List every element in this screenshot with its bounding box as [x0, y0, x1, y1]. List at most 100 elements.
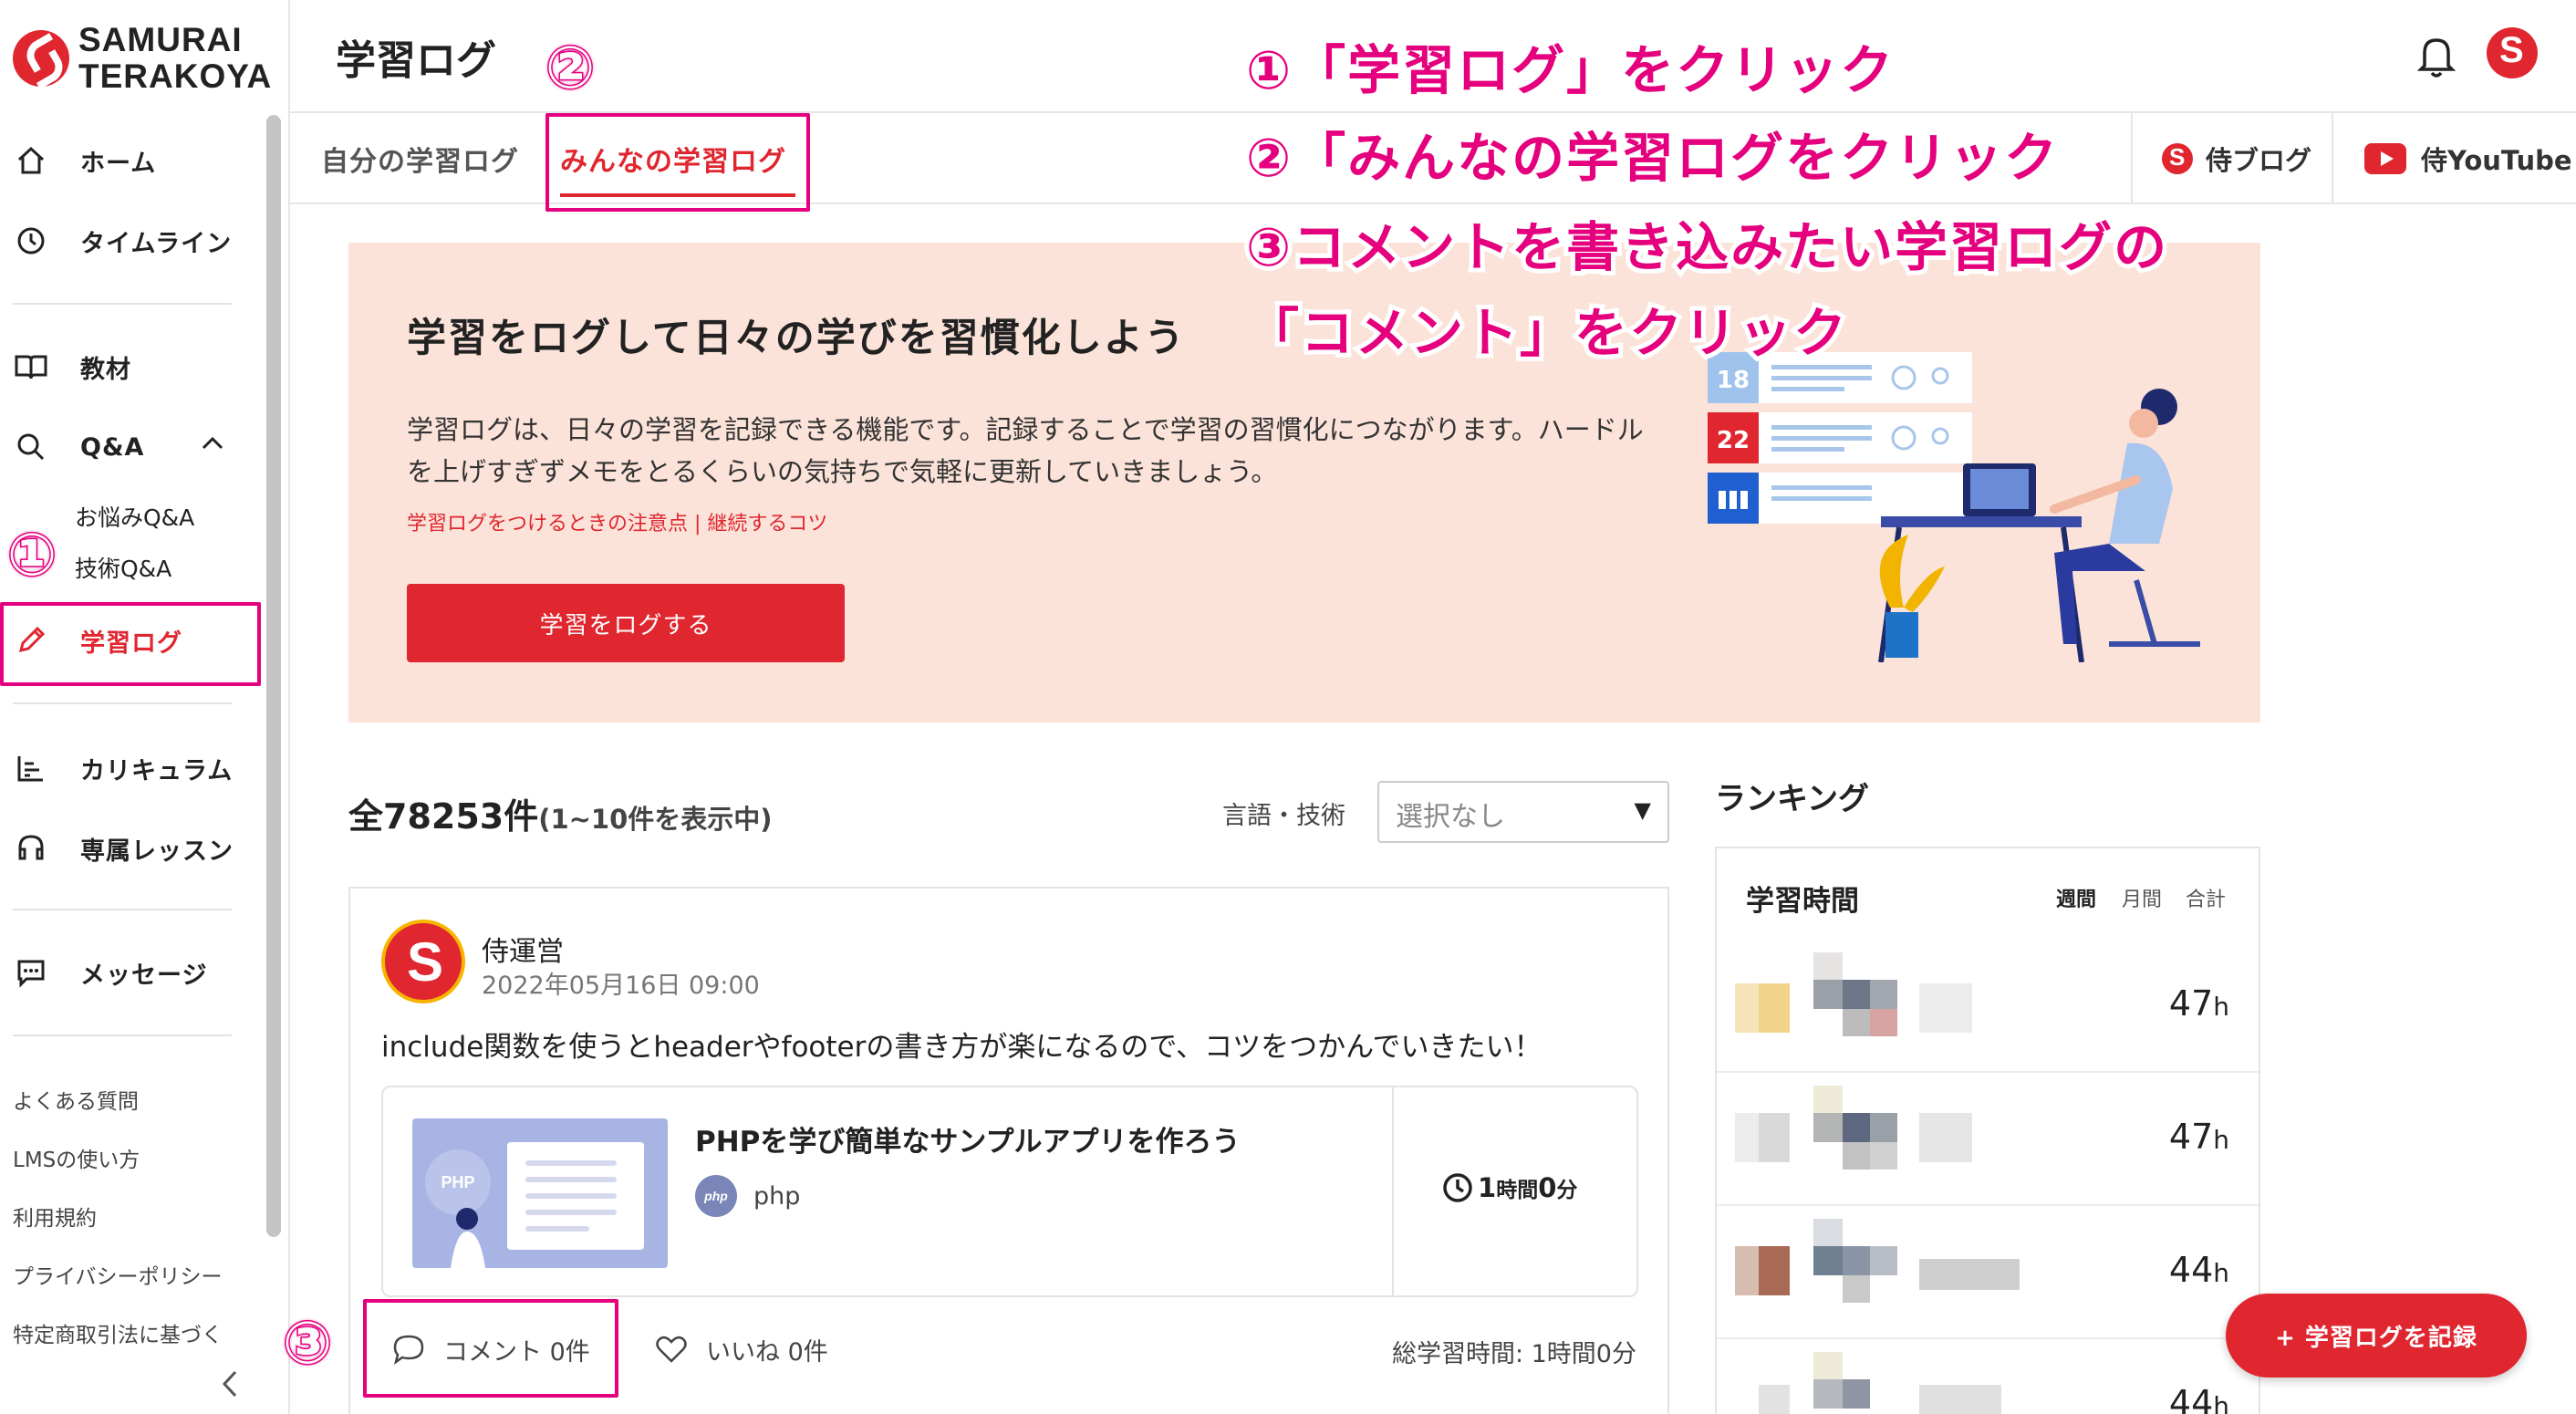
document-illustration	[507, 1142, 644, 1250]
ranking-row[interactable]: 47h	[1717, 940, 2259, 1073]
result-total: 全78253件	[348, 796, 539, 837]
ranking-unit: h	[2213, 1125, 2229, 1155]
annotation-instruction-3: ③コメントを書き込みたい学習ログの	[1241, 212, 2171, 283]
sidebar-item-label: タイムライン	[80, 229, 233, 258]
ranking-value: 47h	[2169, 1117, 2229, 1157]
log-study-button[interactable]: 学習をログする	[407, 584, 845, 662]
material-study-time: 1 時間 0 分	[1441, 1171, 1577, 1204]
blurred-user-avatar	[1726, 1073, 2109, 1206]
footer-link-terms[interactable]: 利用規約	[13, 1201, 97, 1232]
chevron-left-icon[interactable]	[219, 1367, 243, 1409]
footer-link-lms-guide[interactable]: LMSの使い方	[13, 1142, 140, 1173]
sidebar-item-curriculum[interactable]: カリキュラム	[13, 741, 233, 795]
sidebar-item-qa[interactable]: Q&A	[13, 420, 223, 474]
sidebar-item-lessons[interactable]: 専属レッスン	[13, 821, 234, 876]
chart-icon	[13, 750, 49, 786]
ranking-period-monthly[interactable]: 月間	[2122, 883, 2162, 912]
ranking-card-title: 学習時間	[1746, 885, 1859, 918]
sidebar-item-materials[interactable]: 教材	[13, 339, 131, 394]
annotation-marker-2: ②	[544, 34, 596, 104]
ranking-row[interactable]: 47h	[1717, 1073, 2259, 1206]
ranking-card: 学習時間 週間 月間 合計 47h 47h 44h 44h	[1715, 847, 2260, 1414]
ranking-hours: 44	[2168, 1383, 2214, 1414]
footer-link-faq[interactable]: よくある質問	[13, 1084, 139, 1115]
logo-line2: TERAKOYA	[78, 57, 273, 95]
hero-description: 学習ログは、日々の学習を記録できる機能です。記録することで学習の習慣化につながり…	[407, 414, 1644, 487]
ranking-unit: h	[2213, 1391, 2229, 1414]
sidebar-subitem-tech-qa[interactable]: 技術Q&A	[75, 551, 171, 584]
like-button[interactable]: いいね 0件	[655, 1323, 828, 1376]
sidebar-item-label: Q&A	[80, 432, 145, 462]
person-illustration	[451, 1208, 485, 1268]
samurai-youtube-link[interactable]: 侍YouTube	[2332, 113, 2576, 204]
annotation-box-study-log	[0, 602, 261, 686]
php-tag-icon: php	[695, 1175, 737, 1217]
material-divider	[1392, 1087, 1394, 1295]
sidebar-item-home[interactable]: ホーム	[13, 133, 156, 188]
blurred-user-avatar	[1726, 1206, 2109, 1339]
sidebar-divider	[13, 1035, 232, 1036]
ranking-hours: 44	[2168, 1250, 2214, 1290]
ranking-period-weekly[interactable]: 週間	[2056, 883, 2096, 912]
material-thumbnail: PHP	[412, 1118, 668, 1268]
home-icon	[13, 142, 49, 179]
sidebar-item-label: 教材	[80, 355, 131, 384]
sidebar-scrollbar[interactable]	[266, 115, 281, 1237]
ranking-hours: 47	[2168, 1117, 2214, 1157]
sidebar-item-messages[interactable]: メッセージ	[13, 945, 207, 1000]
post-author[interactable]: 侍運営	[482, 929, 564, 969]
sidebar-item-label: メッセージ	[80, 961, 208, 990]
sidebar: SAMURAI TERAKOYA ホーム タイムライン 教材 Q&A お悩みQ&…	[0, 0, 290, 1414]
ranking-value: 47h	[2169, 983, 2229, 1024]
annotation-instruction-2: ②「みんなの学習ログをクリック	[1241, 122, 2062, 193]
clock-icon	[1443, 1173, 1472, 1202]
sidebar-item-label: 専属レッスン	[80, 837, 234, 866]
heart-icon	[656, 1336, 687, 1363]
calendar-number: 22	[1717, 427, 1750, 454]
annotation-marker-3: ③	[281, 1309, 333, 1379]
tab-my-study-log[interactable]: 自分の学習ログ	[321, 139, 519, 179]
material-card[interactable]: PHP PHPを学び簡単なサンプルアプリを作ろう php php 1 時間 0 分	[381, 1086, 1638, 1297]
sidebar-divider	[13, 702, 232, 704]
logo-text: SAMURAI TERAKOYA	[78, 22, 272, 95]
samurai-blog-link[interactable]: 侍ブログ	[2131, 113, 2332, 204]
annotation-box-comment	[363, 1299, 618, 1398]
samurai-blog-label: 侍ブログ	[2206, 145, 2312, 176]
sidebar-divider	[13, 909, 232, 910]
time-hours-unit: 時間	[1496, 1179, 1539, 1202]
record-study-log-button[interactable]: + 学習ログを記録	[2226, 1294, 2527, 1378]
ranking-title: ランキング	[1715, 781, 1869, 817]
ranking-hours: 47	[2168, 983, 2214, 1024]
post-date: 2022年05月16日 09:00	[482, 972, 760, 1000]
caret-down-icon: ▼	[1634, 797, 1651, 823]
ranking-value: 44h	[2169, 1383, 2229, 1414]
annotation-instruction-4: 「コメント」をクリック	[1241, 297, 1851, 369]
time-minutes: 0	[1538, 1172, 1557, 1203]
samurai-logo[interactable]: SAMURAI TERAKOYA	[13, 22, 272, 95]
bell-icon[interactable]	[2415, 33, 2457, 78]
author-avatar[interactable]	[381, 920, 465, 1003]
material-title[interactable]: PHPを学び簡単なサンプルアプリを作ろう	[695, 1118, 1240, 1159]
ranking-row[interactable]: 44h	[1717, 1339, 2259, 1414]
user-avatar[interactable]	[2487, 27, 2538, 78]
blurred-user-avatar	[1726, 940, 2109, 1073]
sidebar-subitem-worries-qa[interactable]: お悩みQ&A	[75, 500, 194, 533]
ranking-row[interactable]: 44h	[1717, 1206, 2259, 1339]
sidebar-item-timeline[interactable]: タイムライン	[13, 213, 232, 268]
book-icon	[13, 348, 49, 385]
blurred-user-avatar	[1726, 1339, 2109, 1414]
footer-link-commerce-law[interactable]: 特定商取引法に基づく	[13, 1317, 223, 1348]
youtube-icon	[2364, 143, 2406, 174]
headset-icon	[13, 830, 49, 867]
ranking-period-total[interactable]: 合計	[2186, 883, 2226, 912]
material-tag: php	[753, 1182, 801, 1211]
footer-link-privacy[interactable]: プライバシーポリシー	[13, 1259, 223, 1290]
message-icon	[13, 954, 49, 991]
chevron-up-icon	[201, 431, 224, 459]
time-minutes-unit: 分	[1556, 1179, 1578, 1202]
page-title: 学習ログ	[336, 37, 496, 84]
hero-tips-links[interactable]: 学習ログをつけるときの注意点 | 継続するコツ	[407, 507, 827, 536]
ranking-unit: h	[2213, 1258, 2229, 1288]
study-illustration: 18 22	[1708, 352, 2200, 662]
language-filter-select[interactable]: 選択なし ▼	[1377, 781, 1669, 843]
